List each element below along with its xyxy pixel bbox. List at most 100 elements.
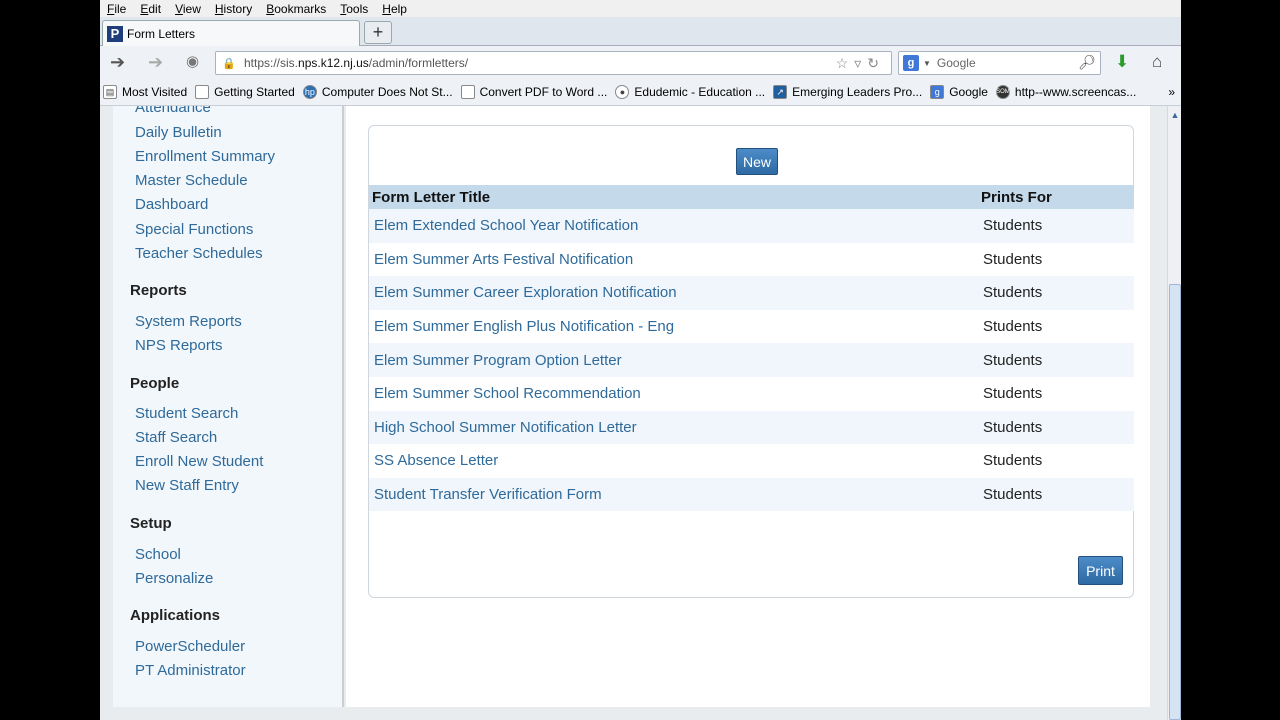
main-area: New Form Letter Title Prints For Elem Ex… xyxy=(346,106,1150,707)
form-letter-link[interactable]: Elem Summer Program Option Letter xyxy=(369,352,983,369)
sidebar-nav: Attendance Daily Bulletin Enrollment Sum… xyxy=(113,106,344,707)
url-text: https://sis.nps.k12.nj.us/admin/formlett… xyxy=(244,56,469,70)
sidebar-item-enrollment-summary[interactable]: Enrollment Summary xyxy=(135,148,275,165)
table-row: Elem Summer English Plus Notification - … xyxy=(369,309,1134,344)
menu-history[interactable]: History xyxy=(215,2,252,16)
bookmark-google[interactable]: g Google xyxy=(930,85,988,99)
sidebar-item-personalize[interactable]: Personalize xyxy=(135,570,213,587)
chevron-more-icon[interactable]: » xyxy=(1168,85,1175,99)
new-button[interactable]: New xyxy=(736,148,778,175)
form-letter-link[interactable]: SS Absence Letter xyxy=(369,452,983,469)
bookmark-getting-started[interactable]: Getting Started xyxy=(195,85,295,99)
url-bar[interactable]: 🔒 https://sis.nps.k12.nj.us/admin/formle… xyxy=(215,51,892,75)
sidebar-item-dashboard[interactable]: Dashboard xyxy=(135,196,208,213)
form-letter-link[interactable]: Student Transfer Verification Form xyxy=(369,486,983,503)
prints-for-value: Students xyxy=(983,418,1043,436)
form-letter-link[interactable]: Elem Summer Arts Festival Notification xyxy=(369,251,983,268)
arrow-icon: ↗ xyxy=(773,85,788,99)
sidebar-item-nps-reports[interactable]: NPS Reports xyxy=(135,337,223,354)
bookmarks-bar: ▤ Most Visited Getting Started hp Computer… xyxy=(100,79,1181,106)
page-icon xyxy=(460,85,475,99)
sidebar-heading-people: People xyxy=(130,375,180,392)
sidebar-item-school[interactable]: School xyxy=(135,546,181,563)
new-tab-button[interactable]: + xyxy=(364,21,392,44)
sidebar-item-teacher-schedules[interactable]: Teacher Schedules xyxy=(135,245,263,262)
bookmark-star-icon[interactable]: ☆▿↻ xyxy=(836,55,885,72)
tab-strip: P Form Letters + xyxy=(100,17,1181,46)
bookmark-screencast[interactable]: SOM http--www.screencas... xyxy=(995,85,1136,99)
table-row: Elem Summer Arts Festival Notification St… xyxy=(369,242,1134,277)
google-icon: g xyxy=(903,55,919,71)
column-header-prints-for: Prints For xyxy=(981,188,1052,206)
table-row: High School Summer Notification Letter St… xyxy=(369,410,1134,445)
bookmark-computer-does-not[interactable]: hp Computer Does Not St... xyxy=(302,85,453,99)
identity-icon[interactable]: ◉ xyxy=(186,52,199,70)
form-letter-link[interactable]: Elem Summer Career Exploration Notificat… xyxy=(369,284,983,301)
search-bar[interactable]: g ▼ Google 🔎︎ xyxy=(898,51,1101,75)
prints-for-value: Students xyxy=(983,217,1043,235)
prints-for-value: Students xyxy=(983,385,1043,403)
apple-icon: ● xyxy=(615,85,630,99)
form-letter-link[interactable]: Elem Extended School Year Notification xyxy=(369,217,983,234)
table-row: Elem Summer School Recommendation Student… xyxy=(369,376,1134,411)
bookmark-emerging-leaders[interactable]: ↗ Emerging Leaders Pro... xyxy=(773,85,922,99)
page-scrollbar[interactable]: ▲ xyxy=(1167,106,1181,720)
sidebar-item-enroll-new-student[interactable]: Enroll New Student xyxy=(135,453,263,470)
form-letter-link[interactable]: Elem Summer School Recommendation xyxy=(369,385,983,402)
search-icon[interactable]: 🔎︎ xyxy=(1078,54,1096,71)
prints-for-value: Students xyxy=(983,318,1043,336)
prints-for-value: Students xyxy=(983,452,1043,470)
sidebar-item-powerscheduler[interactable]: PowerScheduler xyxy=(135,638,245,655)
back-arrow-icon[interactable]: ➔ xyxy=(110,52,125,73)
tab-title: Form Letters xyxy=(127,26,196,41)
sidebar-item-daily-bulletin[interactable]: Daily Bulletin xyxy=(135,124,222,141)
bookmark-edudemic[interactable]: ● Edudemic - Education ... xyxy=(615,85,765,99)
google-icon: g xyxy=(930,85,945,99)
sidebar-item-attendance[interactable]: Attendance xyxy=(135,106,211,116)
browser-window: File Edit View History Bookmarks Tools H… xyxy=(100,0,1181,720)
prints-for-value: Students xyxy=(983,486,1043,504)
sidebar-item-staff-search[interactable]: Staff Search xyxy=(135,429,217,446)
tab-form-letters[interactable]: P Form Letters xyxy=(102,20,360,46)
form-letters-table: Form Letter Title Prints For Elem Extend… xyxy=(369,185,1134,512)
menu-view[interactable]: View xyxy=(175,2,201,16)
screencast-icon: SOM xyxy=(995,85,1010,99)
page-icon xyxy=(195,85,210,99)
form-letter-link[interactable]: High School Summer Notification Letter xyxy=(369,419,983,436)
sidebar-item-new-staff-entry[interactable]: New Staff Entry xyxy=(135,477,239,494)
folder-icon: ▤ xyxy=(103,85,117,99)
form-letter-link[interactable]: Elem Summer English Plus Notification - … xyxy=(369,318,983,335)
forward-arrow-icon[interactable]: ➔ xyxy=(148,52,163,73)
menu-tools[interactable]: Tools xyxy=(340,2,368,16)
prints-for-value: Students xyxy=(983,351,1043,369)
sidebar-item-master-schedule[interactable]: Master Schedule xyxy=(135,172,248,189)
form-letters-panel: New Form Letter Title Prints For Elem Ex… xyxy=(368,125,1134,598)
table-row: Elem Summer Program Option Letter Student… xyxy=(369,343,1134,377)
menu-edit[interactable]: Edit xyxy=(140,2,161,16)
table-row: SS Absence Letter Students xyxy=(369,444,1134,478)
lock-icon: 🔒 xyxy=(222,57,236,70)
table-header: Form Letter Title Prints For xyxy=(369,185,1134,209)
print-button[interactable]: Print xyxy=(1078,556,1123,585)
bookmark-convert-pdf[interactable]: Convert PDF to Word ... xyxy=(460,85,607,99)
chevron-down-icon[interactable]: ▼ xyxy=(923,59,931,68)
sidebar-item-pt-administrator[interactable]: PT Administrator xyxy=(135,662,246,679)
menu-bookmarks[interactable]: Bookmarks xyxy=(266,2,326,16)
bookmark-most-visited[interactable]: ▤ Most Visited xyxy=(103,85,187,99)
scroll-up-arrow-icon[interactable]: ▲ xyxy=(1169,108,1181,122)
menu-file[interactable]: File xyxy=(107,2,126,16)
sidebar-heading-setup: Setup xyxy=(130,515,172,532)
hp-icon: hp xyxy=(302,85,317,99)
sidebar-item-special-functions[interactable]: Special Functions xyxy=(135,221,253,238)
scrollbar-thumb[interactable] xyxy=(1169,284,1181,720)
menu-help[interactable]: Help xyxy=(382,2,407,16)
download-arrow-icon[interactable]: ⬇ xyxy=(1115,52,1129,72)
sidebar-item-student-search[interactable]: Student Search xyxy=(135,405,238,422)
menu-bar: File Edit View History Bookmarks Tools H… xyxy=(100,0,1181,17)
navigation-bar: ➔ ➔ ◉ 🔒 https://sis.nps.k12.nj.us/admin/… xyxy=(100,46,1181,79)
sidebar-heading-applications: Applications xyxy=(130,607,221,624)
powerschool-p-icon: P xyxy=(107,25,123,42)
prints-for-value: Students xyxy=(983,250,1043,268)
home-icon[interactable]: ⌂ xyxy=(1152,52,1162,72)
sidebar-item-system-reports[interactable]: System Reports xyxy=(135,313,242,330)
